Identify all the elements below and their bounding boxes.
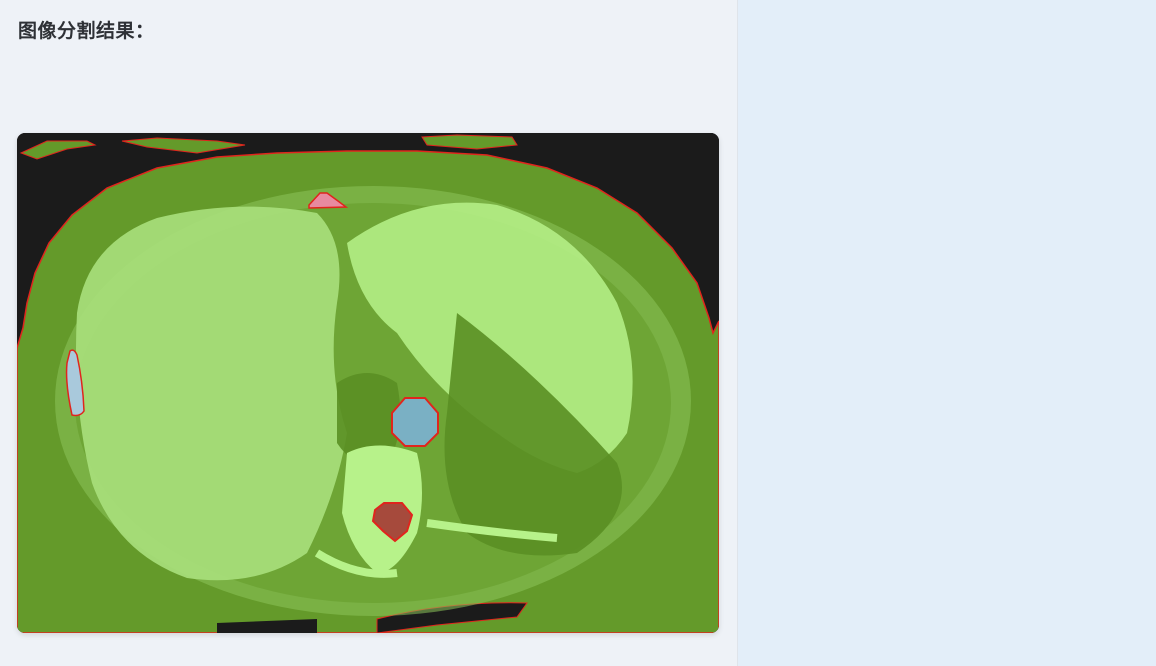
segmentation-image [17,133,719,633]
right-panel [738,0,1156,666]
liver-region [76,206,347,581]
segmentation-canvas [17,133,719,633]
results-panel: 图像分割结果： [0,0,737,666]
vessel-region [391,397,439,447]
result-title: 图像分割结果： [18,20,155,42]
